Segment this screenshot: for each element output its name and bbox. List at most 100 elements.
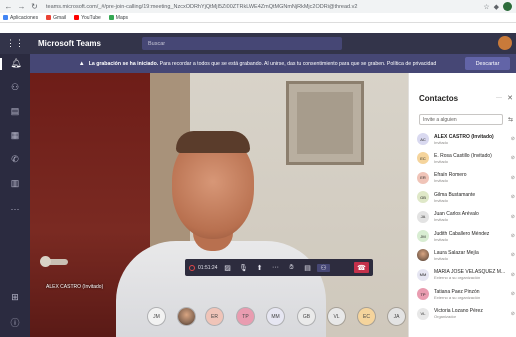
participant-avatar[interactable]: TP [237,308,254,325]
rail-activity[interactable]: 🔔︎ [0,58,30,70]
rail-chat[interactable]: ▤ [0,106,30,117]
mic-muted-icon: ⊘ [510,271,515,278]
participant-avatar[interactable] [178,308,195,325]
contact-row[interactable]: JM Judith Caballero Méndez Invitado ⊘ [417,228,515,244]
chat-toggle-icon[interactable]: ▤ [301,264,314,272]
contact-avatar: ER [417,171,429,184]
contact-avatar: AC [417,133,429,145]
rail-help[interactable]: ⓘ [0,316,30,329]
mic-muted-icon: ⊘ [510,213,515,220]
forward-icon[interactable]: → [17,2,26,11]
apps-icon: ⊞ [11,292,19,302]
panel-title: Contactos [419,94,459,103]
reload-icon[interactable]: ↻ [30,2,39,11]
bookmark-youtube[interactable]: YouTube [74,15,101,21]
contact-row[interactable]: VL Victoria Lozano Pérez Organizador ⊘ [417,306,515,322]
invite-input[interactable]: Invite a alguien [419,114,503,125]
contact-avatar: VL [417,307,429,320]
participants-toggle-icon[interactable]: ⚇ [317,263,330,272]
contact-avatar: MM [417,268,429,281]
more-actions-icon[interactable]: ··· [269,264,282,271]
contact-avatar: EC [417,152,429,165]
mic-toggle-icon[interactable]: 🎙︎ [237,264,250,272]
participant-avatar[interactable]: GB [298,308,315,325]
share-screen-icon[interactable]: ⬆ [253,264,266,272]
contact-role: Invitado [434,217,449,223]
help-icon: ⓘ [10,318,20,328]
contact-avatar [417,249,429,262]
participant-strip: JM ER TP MM GB VL EC JA [30,306,408,328]
contact-avatar: JM [417,230,429,242]
rail-calendar[interactable]: ▦ [0,130,30,141]
more-icon: ··· [10,204,20,214]
contact-role: Invitado [434,178,449,184]
contact-row[interactable]: Laura Salazar Mejía Invitado ⊘ [417,247,515,263]
participant-avatar[interactable]: JM [148,308,165,325]
camera-toggle-icon[interactable]: ▨ [221,264,234,272]
browser-toolbar: ← → ↻ teams.microsoft.com/_#/pre-join-ca… [0,0,516,13]
bookmark-maps[interactable]: Maps [108,15,128,21]
bookmarks-bar: Aplicaciones Gmail YouTube Maps [0,13,516,23]
participant-avatar[interactable]: MM [267,308,284,325]
profile-avatar[interactable] [503,2,512,11]
app-rail: 🔔︎ ⚇ ▤ ▦ ✆ ▥ ··· ⊞ ⓘ [0,54,30,337]
dismiss-button[interactable]: Descartar [465,57,510,70]
participant-avatar[interactable]: JA [388,308,405,325]
app-title: Microsoft Teams [38,39,101,48]
extension-icon[interactable]: ◆ [494,3,499,11]
contact-avatar: JA [417,210,429,223]
address-bar[interactable]: teams.microsoft.com/_#/pre-join-calling/… [43,4,479,10]
mic-muted-icon: ⊘ [510,174,515,181]
user-avatar[interactable] [498,36,512,50]
contact-role: Invitado [434,255,449,261]
rail-apps[interactable]: ⊞ [0,292,30,303]
speaker-name-label: ALEX CASTRO (Invitado) [46,284,104,290]
teams-header: ⋮⋮ Microsoft Teams Buscar [0,33,516,54]
hang-up-button[interactable]: ☎︎ [354,262,369,273]
star-icon[interactable]: ☆ [483,3,489,11]
mic-muted-icon: ⊘ [510,233,515,239]
bookmark-apps[interactable]: Aplicaciones [3,15,38,21]
call-controls: 01:51:24 ▨ 🎙︎ ⬆ ··· ✋︎ ▤ ⚇ ☎︎ [185,259,373,276]
participant-avatar[interactable]: ER [206,308,223,325]
contact-row[interactable]: ER Efraín Romero Invitado ⊘ [417,170,515,186]
app-launcher-icon[interactable]: ⋮⋮ [0,38,30,49]
participant-avatar[interactable]: EC [358,308,375,325]
contact-row[interactable]: TP Tatiana Paez Pinzón Externo a su organi… [417,286,515,302]
rail-calls[interactable]: ✆ [0,154,30,165]
search-input[interactable]: Buscar [142,37,342,50]
add-people-icon[interactable]: ⇆ [508,116,513,123]
back-icon[interactable]: ← [4,2,13,11]
recording-icon [189,264,195,271]
teams-icon: ⚇ [10,82,20,92]
contact-row[interactable]: GB Gilma Bustamante Invitado ⊘ [417,189,515,205]
bookmark-gmail[interactable]: Gmail [46,15,66,21]
contact-row[interactable]: JA Juan Carlos Arévalo Invitado ⊘ [417,209,515,225]
youtube-icon [74,15,80,20]
raise-hand-icon[interactable]: ✋︎ [285,264,298,272]
contact-role: Externo a su organización [434,275,481,281]
more-options-icon[interactable]: ··· [496,95,502,101]
mic-muted-icon: ⊘ [510,194,515,201]
phone-icon: ✆ [11,154,19,164]
door-knob [40,256,51,267]
mic-muted-icon: ⊘ [510,155,515,162]
rail-teams[interactable]: ⚇ [0,82,30,93]
call-timer: 01:51:24 [198,264,218,271]
contact-row[interactable]: AC ALEX CASTRO (Invitado) Invitado ⊘ [417,131,515,147]
contact-avatar: GB [417,191,429,204]
contact-role: Invitado [434,197,449,203]
rail-files[interactable]: ▥ [0,178,30,189]
contact-role: Invitado [434,158,449,164]
apps-icon [3,15,8,20]
rail-more[interactable]: ··· [0,204,30,214]
speaker-hair [176,131,250,153]
contact-role: Invitado [434,139,449,145]
contact-row[interactable]: EC E. Rosa Castillo (Invitado) Invitado ⊘ [417,150,515,166]
banner-message: Para recordar a todos que se está graban… [158,60,437,67]
mic-muted-icon: ⊘ [510,310,515,317]
contact-row[interactable]: MM MARIA JOSE VELASQUEZ M... Externo a su … [417,267,515,283]
contact-role: Organizador [434,314,457,320]
participant-avatar[interactable]: VL [328,308,345,325]
close-icon[interactable]: ✕ [507,94,513,102]
